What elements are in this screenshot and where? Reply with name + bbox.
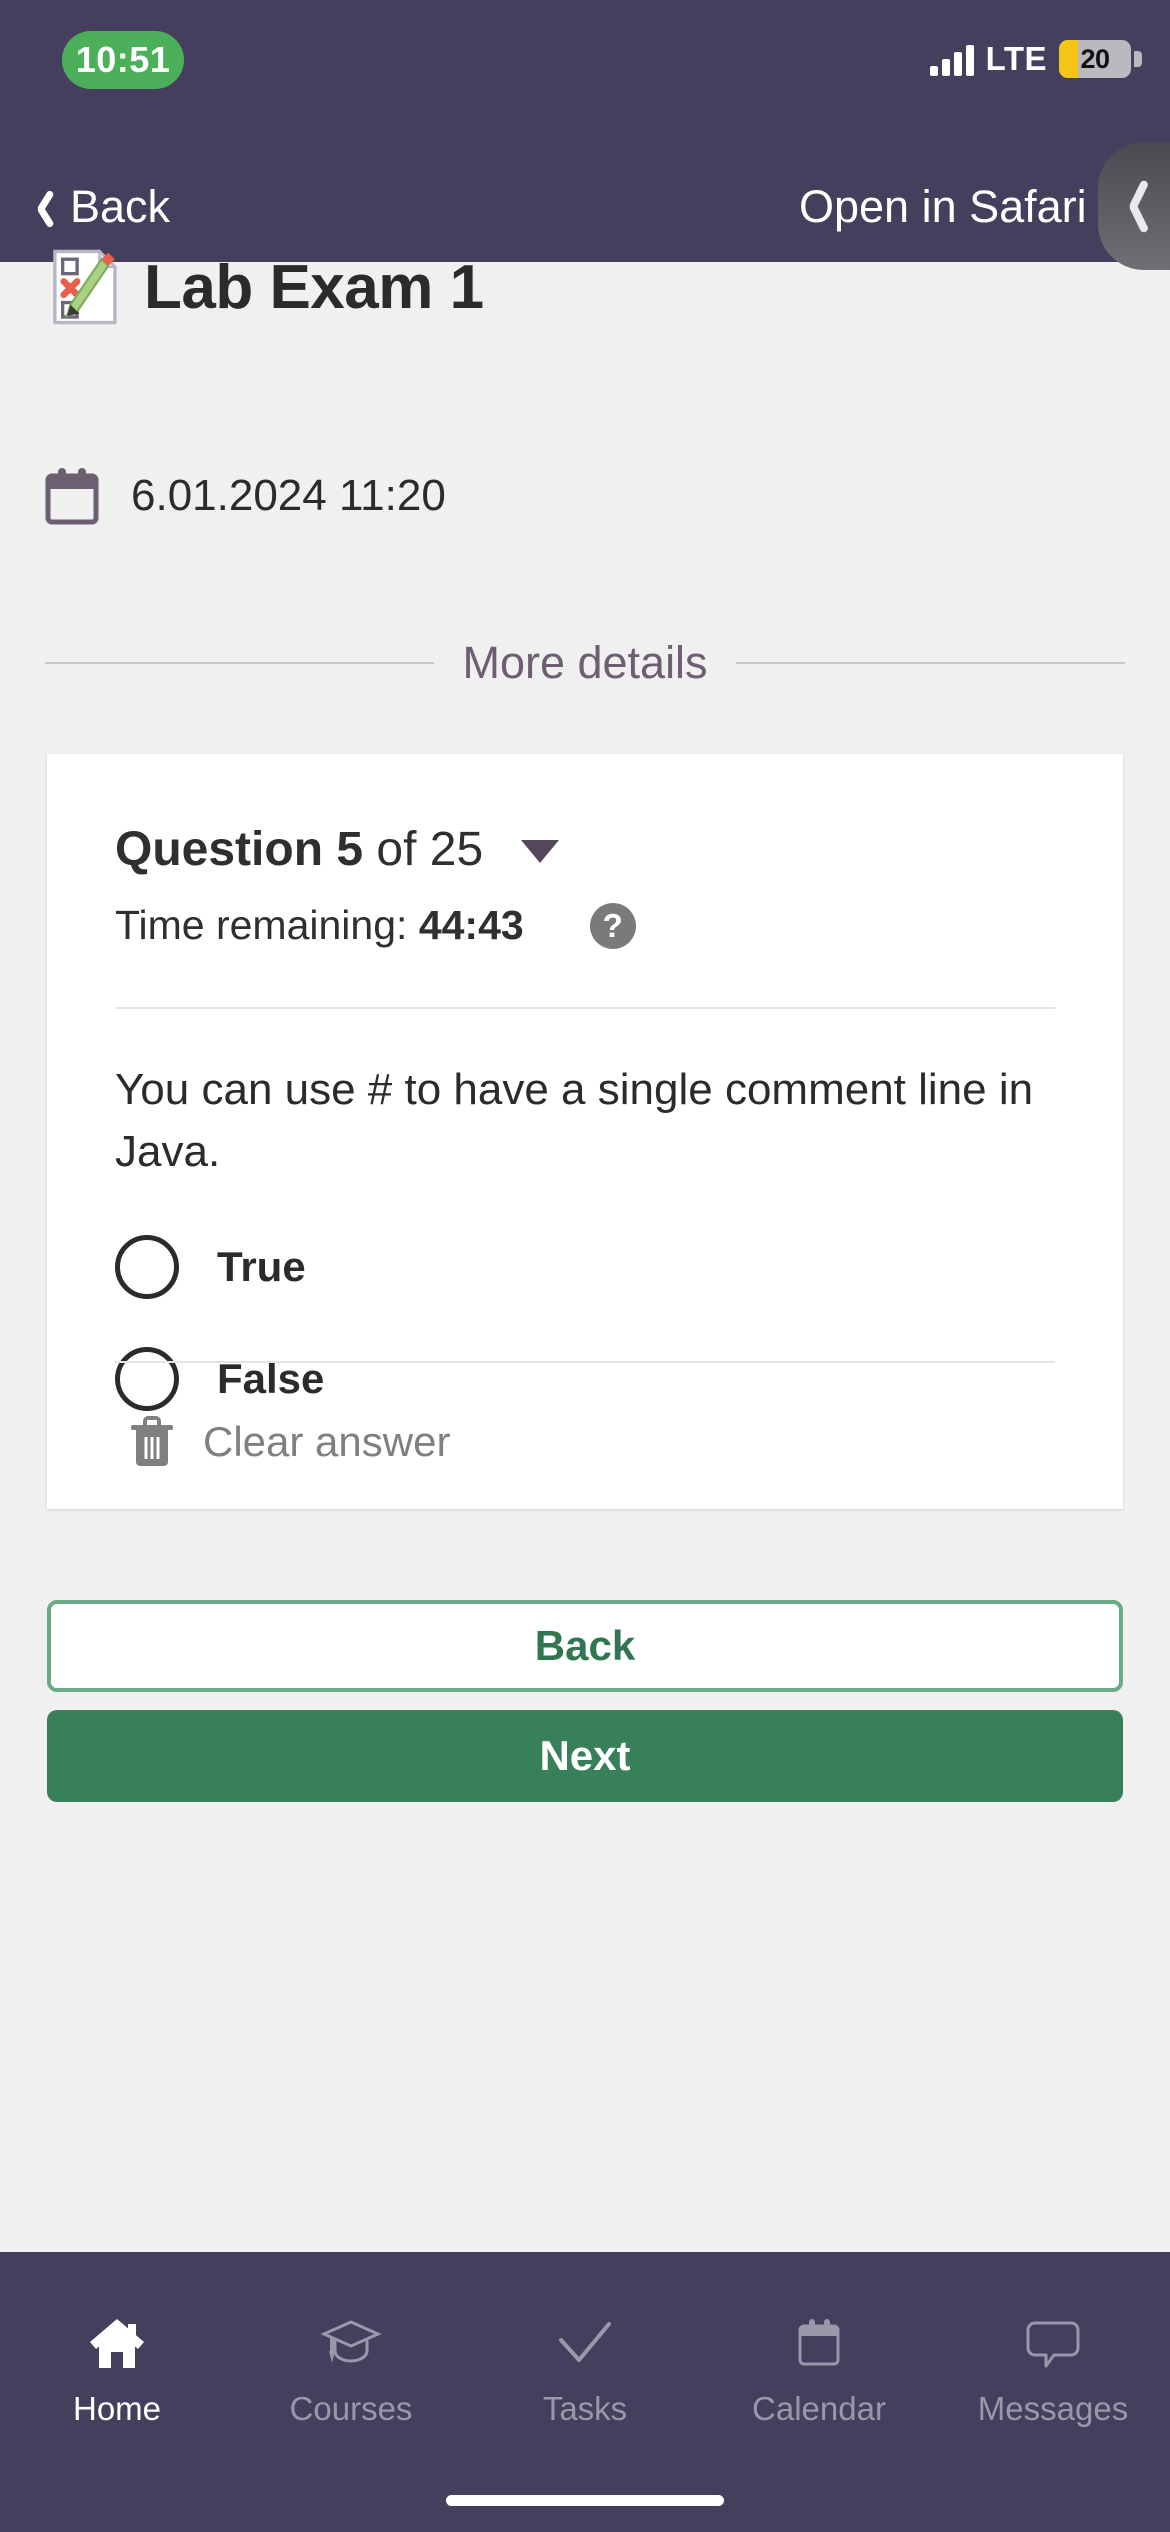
drawer-handle-button[interactable] <box>1098 142 1170 270</box>
question-text: You can use # to have a single comment l… <box>115 1065 1034 1177</box>
open-in-browser-button[interactable]: Open in Safari <box>799 152 1087 262</box>
exam-date-label: 6.01.2024 11:20 <box>131 471 446 520</box>
page-title-row: Lab Exam 1 <box>50 247 484 327</box>
tab-tasks[interactable]: Tasks <box>468 2252 702 2467</box>
navigation-bar: Back Open in Safari <box>0 152 1170 262</box>
battery-icon: 20 <box>1059 40 1131 78</box>
divider-line-right <box>735 662 1126 664</box>
more-details-label: More details <box>462 637 708 688</box>
status-bar-indicators: LTE 20 <box>929 28 1142 90</box>
battery-cap <box>1134 51 1142 67</box>
home-indicator <box>446 2495 724 2506</box>
question-number: 5 <box>336 823 364 876</box>
next-button[interactable]: Next <box>47 1710 1123 1802</box>
caret-down-icon[interactable] <box>521 840 560 863</box>
network-type-label: LTE <box>985 40 1047 77</box>
bottom-tab-bar: Home Courses Tasks Calendar Messages <box>0 2252 1170 2532</box>
tab-label: Courses <box>289 2389 413 2427</box>
tab-label: Home <box>72 2389 162 2427</box>
next-button-label: Next <box>539 1732 631 1779</box>
time-remaining-row: Time remaining: 44:43 ? <box>115 902 636 949</box>
question-of: of <box>376 823 417 876</box>
question-card: Question 5 of 25 Time remaining: 44:43 ?… <box>47 754 1123 1509</box>
calendar-icon <box>798 2318 840 2365</box>
tab-label: Tasks <box>542 2389 628 2427</box>
home-icon <box>90 2318 144 2368</box>
trash-icon <box>131 1416 173 1466</box>
back-button[interactable]: Back <box>47 1600 1123 1692</box>
radio-button[interactable] <box>115 1347 179 1411</box>
exam-date-row: 6.01.2024 11:20 <box>45 467 446 525</box>
card-divider-bottom <box>115 1361 1055 1363</box>
clear-answer-button[interactable]: Clear answer <box>129 1416 450 1468</box>
page-title: Lab Exam 1 <box>144 252 484 322</box>
answer-option-label: True <box>217 1243 306 1290</box>
nav-back-button[interactable]: Back <box>18 152 184 262</box>
tab-calendar[interactable]: Calendar <box>702 2252 936 2467</box>
answer-options: True False <box>115 1219 324 1443</box>
back-button-label: Back <box>534 1622 636 1669</box>
divider-line-left <box>45 662 435 664</box>
cellular-signal-icon <box>929 42 974 76</box>
radio-button[interactable] <box>115 1235 179 1299</box>
exam-clipboard-pencil-icon <box>53 248 118 325</box>
nav-back-label: Back <box>70 181 171 232</box>
battery-level-label: 20 <box>1080 43 1110 74</box>
more-details-divider[interactable]: More details <box>45 637 1126 689</box>
time-remaining: Time remaining: 44:43 <box>115 902 524 949</box>
tab-messages[interactable]: Messages <box>936 2252 1170 2467</box>
tab-label: Calendar <box>752 2389 886 2427</box>
answer-option-true[interactable]: True <box>115 1219 324 1315</box>
graduation-cap-icon <box>320 2319 382 2363</box>
page-content: Lab Exam 1 6.01.2024 11:20 More details … <box>0 248 1170 2252</box>
chevron-left-icon <box>1124 178 1142 232</box>
card-divider-top <box>115 1007 1055 1009</box>
tab-home[interactable]: Home <box>0 2252 234 2467</box>
answer-option-false[interactable]: False <box>115 1331 324 1427</box>
question-counter: Question 5 of 25 <box>115 822 483 877</box>
question-prefix: Question <box>115 823 324 876</box>
tab-label: Messages <box>977 2389 1129 2427</box>
question-total: 25 <box>429 823 484 876</box>
time-remaining-value: 44:43 <box>418 902 524 948</box>
question-mark-circle-icon[interactable]: ? <box>589 902 636 949</box>
speech-bubble-icon <box>1026 2321 1080 2367</box>
clear-answer-label: Clear answer <box>203 1418 451 1465</box>
status-bar-time: 10:51 <box>62 31 184 89</box>
status-bar: 10:51 LTE 20 <box>0 0 1170 152</box>
open-in-browser-label: Open in Safari <box>799 181 1087 232</box>
time-remaining-label: Time remaining: <box>115 902 408 948</box>
calendar-icon <box>45 468 99 525</box>
tab-courses[interactable]: Courses <box>234 2252 468 2467</box>
chevron-left-icon <box>32 188 52 226</box>
battery-fill <box>1059 40 1078 78</box>
question-selector[interactable]: Question 5 of 25 <box>115 822 560 877</box>
checkmark-icon <box>559 2321 611 2362</box>
